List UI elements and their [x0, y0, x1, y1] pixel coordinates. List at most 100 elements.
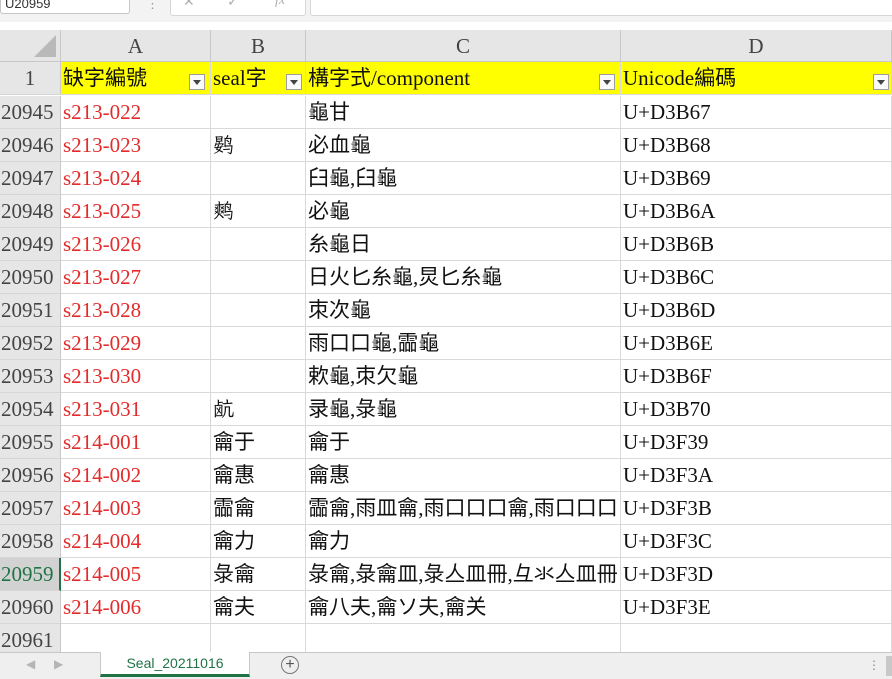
cell-c[interactable]: 彔龠,彔龠皿,彔亼皿冊,彑氺亼皿冊 [306, 558, 621, 591]
column-header-a[interactable]: A [61, 30, 211, 62]
cell-b[interactable]: 龠惠 [211, 459, 306, 492]
cell-d[interactable]: U+D3B6D [621, 294, 892, 327]
header-cell-c[interactable]: 構字式/component [306, 62, 621, 95]
column-header-c[interactable]: C [306, 30, 621, 62]
cell-d[interactable]: U+D3B6C [621, 261, 892, 294]
enter-icon[interactable]: ✓ [227, 0, 239, 10]
row-header[interactable]: 20945 [0, 96, 61, 129]
cancel-icon[interactable]: ✕ [183, 0, 195, 10]
row-header[interactable]: 20954 [0, 393, 61, 426]
cell-d[interactable]: U+D3B6B [621, 228, 892, 261]
row-header[interactable]: 20958 [0, 525, 61, 558]
cell-a[interactable]: s213-031 [61, 393, 211, 426]
sheet-tab[interactable]: Seal_20211016 [100, 652, 250, 677]
cell-a[interactable]: s213-026 [61, 228, 211, 261]
cell-a[interactable]: s214-005 [61, 558, 211, 591]
cell-c[interactable]: 臼龜,臼龜 [306, 162, 621, 195]
row-header[interactable]: 20953 [0, 360, 61, 393]
cell-b[interactable]: 𮭰 [211, 393, 306, 426]
tab-splitter-icon[interactable]: ⋮ [868, 658, 880, 672]
cell-c[interactable]: 霝龠,雨皿龠,雨口口口龠,雨口口口口龠 [306, 492, 621, 525]
more-options-icon[interactable]: ⋮ [146, 0, 159, 12]
cell-d[interactable]: U+D3B69 [621, 162, 892, 195]
insert-function-icon[interactable]: fx [275, 0, 285, 9]
cell-b[interactable]: 龠于 [211, 426, 306, 459]
cell-b[interactable]: 𮭫 [211, 228, 306, 261]
cell-b[interactable]: 彔龠 [211, 558, 306, 591]
cell-a[interactable]: s213-025 [61, 195, 211, 228]
cell-a[interactable]: s213-028 [61, 294, 211, 327]
row-header[interactable]: 20959 [0, 558, 61, 591]
row-header[interactable]: 20949 [0, 228, 61, 261]
cell-b[interactable]: 龠夫 [211, 591, 306, 624]
row-header[interactable]: 20956 [0, 459, 61, 492]
row-header[interactable]: 20960 [0, 591, 61, 624]
cell-b[interactable]: 𮭭 [211, 294, 306, 327]
filter-dropdown-icon[interactable] [599, 74, 615, 90]
cell-d[interactable]: U+D3F3E [621, 591, 892, 624]
cell-c[interactable]: 日火匕糸龜,炅匕糸龜 [306, 261, 621, 294]
cell-c[interactable]: 录龜,彔龜 [306, 393, 621, 426]
cell-a[interactable]: s214-001 [61, 426, 211, 459]
cell-d[interactable]: U+D3B6F [621, 360, 892, 393]
header-cell-d[interactable]: Unicode編碼 [621, 62, 892, 95]
cell-d[interactable]: U+D3B67 [621, 96, 892, 129]
cell-d[interactable]: U+D3B68 [621, 129, 892, 162]
add-sheet-icon[interactable]: + [281, 656, 299, 674]
row-header[interactable]: 20947 [0, 162, 61, 195]
cell-b[interactable]: 𮭨 [211, 129, 306, 162]
cell-b[interactable]: 𮭪 [211, 195, 306, 228]
cell-b[interactable]: 𮭯 [211, 360, 306, 393]
horizontal-scrollbar[interactable] [886, 656, 892, 676]
cell-d[interactable]: U+D3F3A [621, 459, 892, 492]
row-header[interactable]: 20946 [0, 129, 61, 162]
formula-input[interactable] [310, 0, 892, 16]
cell-a[interactable]: s213-030 [61, 360, 211, 393]
cell-d[interactable]: U+D3F3D [621, 558, 892, 591]
cell-c[interactable]: 雨口口龜,霝龜 [306, 327, 621, 360]
cell-c[interactable]: 龠八夫,龠ソ夫,龠关 [306, 591, 621, 624]
cell-a[interactable]: s213-024 [61, 162, 211, 195]
cell-a[interactable]: s214-004 [61, 525, 211, 558]
cell-a[interactable]: s213-022 [61, 96, 211, 129]
cell-b[interactable]: 霝龠 [211, 492, 306, 525]
cell-c[interactable]: 龠力 [306, 525, 621, 558]
cell-c[interactable]: 必血龜 [306, 129, 621, 162]
filter-dropdown-icon[interactable] [286, 74, 302, 90]
cell-d[interactable]: U+D3B6A [621, 195, 892, 228]
cell-a[interactable]: s213-023 [61, 129, 211, 162]
row-header[interactable]: 20957 [0, 492, 61, 525]
cell-b[interactable]: 龠力 [211, 525, 306, 558]
cell-c[interactable]: 糸龜日 [306, 228, 621, 261]
header-cell-b[interactable]: seal字 [211, 62, 306, 95]
cell-d[interactable]: U+D3B6E [621, 327, 892, 360]
row-header[interactable]: 20955 [0, 426, 61, 459]
header-cell-a[interactable]: 缺字編號 [61, 62, 211, 95]
cell-d[interactable]: U+D3B70 [621, 393, 892, 426]
row-header[interactable]: 20952 [0, 327, 61, 360]
cell-c[interactable]: 龠惠 [306, 459, 621, 492]
cell-a[interactable]: s214-003 [61, 492, 211, 525]
row-header[interactable]: 20950 [0, 261, 61, 294]
cell-c[interactable]: 龠于 [306, 426, 621, 459]
prev-sheet-icon[interactable]: ◀ [26, 657, 35, 671]
next-sheet-icon[interactable]: ▶ [54, 657, 63, 671]
column-header-d[interactable]: D [621, 30, 892, 62]
cell-a[interactable]: s213-027 [61, 261, 211, 294]
column-header-b[interactable]: B [211, 30, 306, 62]
cell-c[interactable]: 必龜 [306, 195, 621, 228]
cell-d[interactable]: U+D3F39 [621, 426, 892, 459]
cell-b[interactable]: 𮭧 [211, 96, 306, 129]
name-box[interactable]: U20959 [0, 0, 130, 14]
row-header[interactable]: 20948 [0, 195, 61, 228]
row-header[interactable]: 1 [0, 62, 61, 95]
filter-dropdown-icon[interactable] [873, 74, 889, 90]
cell-c[interactable]: 朿次龜 [306, 294, 621, 327]
row-header[interactable]: 20951 [0, 294, 61, 327]
cell-a[interactable]: s213-029 [61, 327, 211, 360]
cell-b[interactable]: 𮭮 [211, 327, 306, 360]
cell-b[interactable]: 𮭬 [211, 261, 306, 294]
cell-d[interactable]: U+D3F3B [621, 492, 892, 525]
cell-a[interactable]: s214-002 [61, 459, 211, 492]
select-all-corner[interactable] [0, 30, 61, 62]
